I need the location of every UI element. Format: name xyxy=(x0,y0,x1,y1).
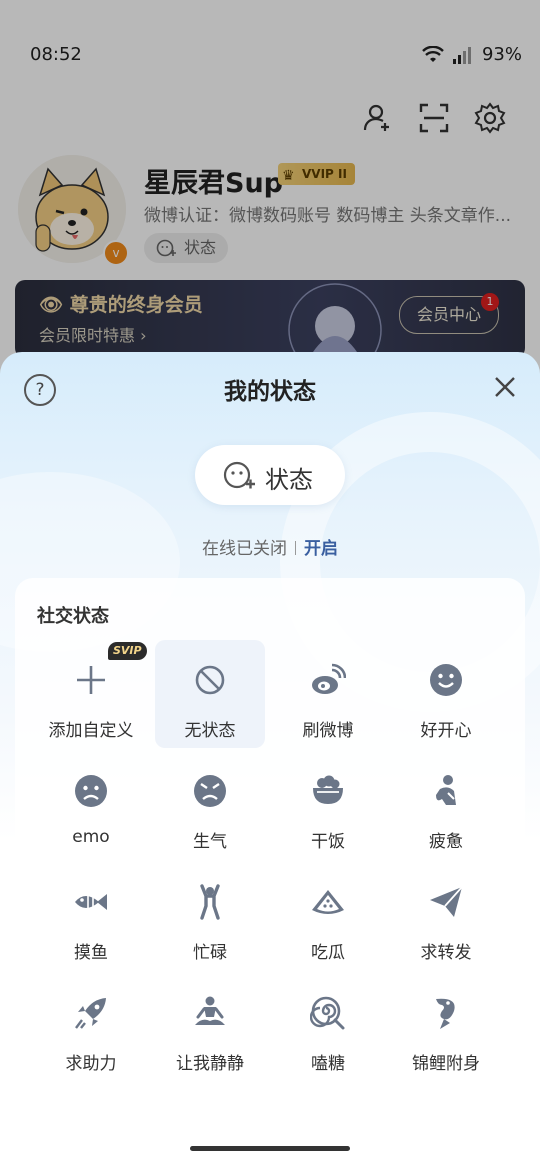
status-item-label: 求助力 xyxy=(65,1054,117,1074)
status-item-slack-off[interactable]: 摸鱼 xyxy=(36,862,146,970)
divider xyxy=(295,541,296,555)
rice-bowl-icon xyxy=(313,775,343,804)
weibo-icon xyxy=(312,663,346,694)
status-item-label: 干饭 xyxy=(311,832,345,852)
tired-person-icon xyxy=(436,775,456,805)
status-item-happy[interactable]: 好开心 xyxy=(391,640,501,748)
status-item-label: 好开心 xyxy=(420,721,472,741)
close-icon[interactable] xyxy=(492,374,518,400)
status-item-label: 疲惫 xyxy=(429,832,463,852)
status-face-plus-icon xyxy=(223,461,255,489)
status-item-emo[interactable]: emo xyxy=(36,751,146,859)
status-item-eat[interactable]: 干饭 xyxy=(273,751,383,859)
status-item-angry[interactable]: 生气 xyxy=(155,751,265,859)
koi-fish-icon xyxy=(436,998,455,1029)
status-item-ask-repost[interactable]: 求转发 xyxy=(391,862,501,970)
set-status-label: 状态 xyxy=(265,466,313,494)
status-item-leave-me-alone[interactable]: 让我静静 xyxy=(155,973,265,1081)
plus-icon xyxy=(77,666,105,694)
status-item-label: 嗑糖 xyxy=(311,1054,345,1074)
status-item-label: 锦鲤附身 xyxy=(412,1054,480,1074)
status-item-lucky-koi[interactable]: 锦鲤附身 xyxy=(391,973,501,1081)
status-item-add-custom[interactable]: SVIP 添加自定义 xyxy=(36,640,147,748)
fish-icon xyxy=(75,894,107,910)
rocket-icon xyxy=(75,998,106,1029)
meditation-icon xyxy=(195,996,225,1025)
angry-face-icon xyxy=(194,775,226,807)
my-status-sheet: ? 我的状态 状态 在线已关闭 开启 社交状态 SVIP 添加自定义 无状态 刷微… xyxy=(0,352,540,1168)
status-item-label: 求转发 xyxy=(420,943,472,963)
sheet-title: 我的状态 xyxy=(224,379,316,405)
paper-plane-icon xyxy=(430,886,463,917)
no-status-icon xyxy=(195,665,225,695)
status-item-browse-weibo[interactable]: 刷微博 xyxy=(273,640,383,748)
lollipop-icon xyxy=(310,996,345,1030)
watermelon-icon xyxy=(312,890,344,914)
social-status-card: 社交状态 SVIP 添加自定义 无状态 刷微博 好开心 emo 生气 干饭 疲惫… xyxy=(15,578,525,1138)
online-status-row: 在线已关闭 开启 xyxy=(0,534,540,559)
home-indicator[interactable] xyxy=(190,1146,350,1151)
svip-tag: SVIP xyxy=(108,642,147,660)
status-item-label: 刷微博 xyxy=(302,721,354,741)
status-item-label: 生气 xyxy=(193,832,227,852)
busy-person-icon xyxy=(200,884,220,920)
status-item-label: 添加自定义 xyxy=(48,721,134,741)
happy-face-icon xyxy=(430,664,462,696)
status-item-ask-boost[interactable]: 求助力 xyxy=(36,973,146,1081)
online-enable-link[interactable]: 开启 xyxy=(304,539,338,559)
status-item-label: 摸鱼 xyxy=(74,943,108,963)
status-item-candy[interactable]: 嗑糖 xyxy=(273,973,383,1081)
status-item-tired[interactable]: 疲惫 xyxy=(391,751,501,859)
online-status-text: 在线已关闭 xyxy=(202,539,287,559)
set-status-button[interactable]: 状态 xyxy=(195,445,345,505)
status-item-label: 忙碌 xyxy=(193,943,227,963)
status-item-label: 让我静静 xyxy=(176,1054,244,1074)
status-item-none[interactable]: 无状态 xyxy=(155,640,265,748)
section-title: 社交状态 xyxy=(37,606,109,627)
status-item-melon[interactable]: 吃瓜 xyxy=(273,862,383,970)
status-item-label: emo xyxy=(72,827,110,847)
sad-face-icon xyxy=(75,775,107,807)
status-item-label: 吃瓜 xyxy=(311,943,345,963)
status-item-label: 无状态 xyxy=(184,721,236,741)
status-item-busy[interactable]: 忙碌 xyxy=(155,862,265,970)
